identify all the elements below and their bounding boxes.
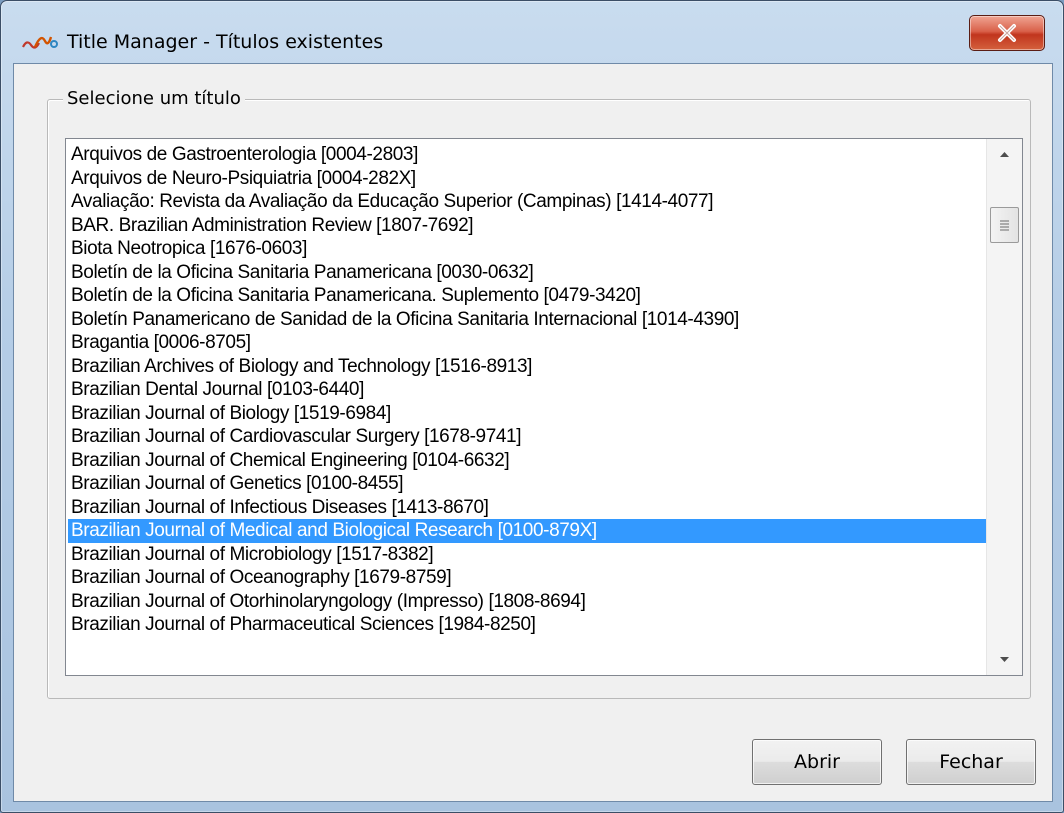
list-item[interactable]: BAR. Brazilian Administration Review [18… (68, 214, 988, 238)
list-item[interactable]: Boletín de la Oficina Sanitaria Panameri… (68, 261, 988, 285)
scroll-grip-icon (991, 220, 1018, 246)
list-item[interactable]: Bragantia [0006-8705] (68, 331, 988, 355)
title-bar[interactable]: Title Manager - Títulos existentes (1, 1, 1063, 59)
titles-listbox[interactable]: Arquivos de Gastroenterologia [0004-2803… (65, 138, 1023, 676)
close-icon (970, 24, 1044, 54)
list-item[interactable]: Brazilian Dental Journal [0103-6440] (68, 378, 988, 402)
list-item-selected[interactable]: Brazilian Journal of Medical and Biologi… (68, 519, 988, 543)
app-logo-icon (21, 29, 59, 51)
scroll-up-icon (987, 152, 1022, 173)
list-item[interactable]: Brazilian Journal of Microbiology [1517-… (68, 543, 988, 567)
title-manager-window: Title Manager - Títulos existentes Selec… (0, 0, 1064, 813)
scroll-down-button[interactable] (987, 645, 1022, 675)
list-item[interactable]: Brazilian Journal of Chemical Engineerin… (68, 449, 988, 473)
list-item[interactable]: Boletín de la Oficina Sanitaria Panameri… (68, 284, 988, 308)
list-item[interactable]: Brazilian Journal of Cardiovascular Surg… (68, 425, 988, 449)
list-item[interactable]: Boletín Panamericano de Sanidad de la Of… (68, 308, 988, 332)
list-item[interactable]: Brazilian Journal of Biology [1519-6984] (68, 402, 988, 426)
vertical-scrollbar[interactable] (986, 139, 1022, 675)
scroll-down-icon (987, 657, 1022, 675)
list-item[interactable]: Brazilian Journal of Genetics [0100-8455… (68, 472, 988, 496)
list-item[interactable]: Biota Neotropica [1676-0603] (68, 237, 988, 261)
open-button[interactable]: Abrir (752, 739, 882, 785)
dialog-client-area: Selecione um título Arquivos de Gastroen… (13, 63, 1053, 802)
list-item[interactable]: Brazilian Journal of Pharmaceutical Scie… (68, 613, 988, 637)
close-button[interactable]: Fechar (906, 739, 1036, 785)
window-title: Title Manager - Títulos existentes (67, 31, 384, 53)
list-item[interactable]: Arquivos de Gastroenterologia [0004-2803… (68, 143, 988, 167)
list-item[interactable]: Brazilian Journal of Otorhinolaryngology… (68, 590, 988, 614)
close-window-button[interactable] (969, 15, 1045, 51)
scroll-up-button[interactable] (987, 139, 1022, 169)
list-item[interactable]: Arquivos de Neuro-Psiquiatria [0004-282X… (68, 167, 988, 191)
list-item[interactable]: Brazilian Journal of Infectious Diseases… (68, 496, 988, 520)
scroll-thumb[interactable] (990, 207, 1019, 243)
group-label: Selecione um título (63, 88, 245, 109)
title-select-group: Selecione um título Arquivos de Gastroen… (47, 88, 1031, 699)
list-item[interactable]: Brazilian Journal of Oceanography [1679-… (68, 566, 988, 590)
titles-list: Arquivos de Gastroenterologia [0004-2803… (68, 143, 988, 637)
list-item[interactable]: Brazilian Archives of Biology and Techno… (68, 355, 988, 379)
list-item[interactable]: Avaliação: Revista da Avaliação da Educa… (68, 190, 988, 214)
